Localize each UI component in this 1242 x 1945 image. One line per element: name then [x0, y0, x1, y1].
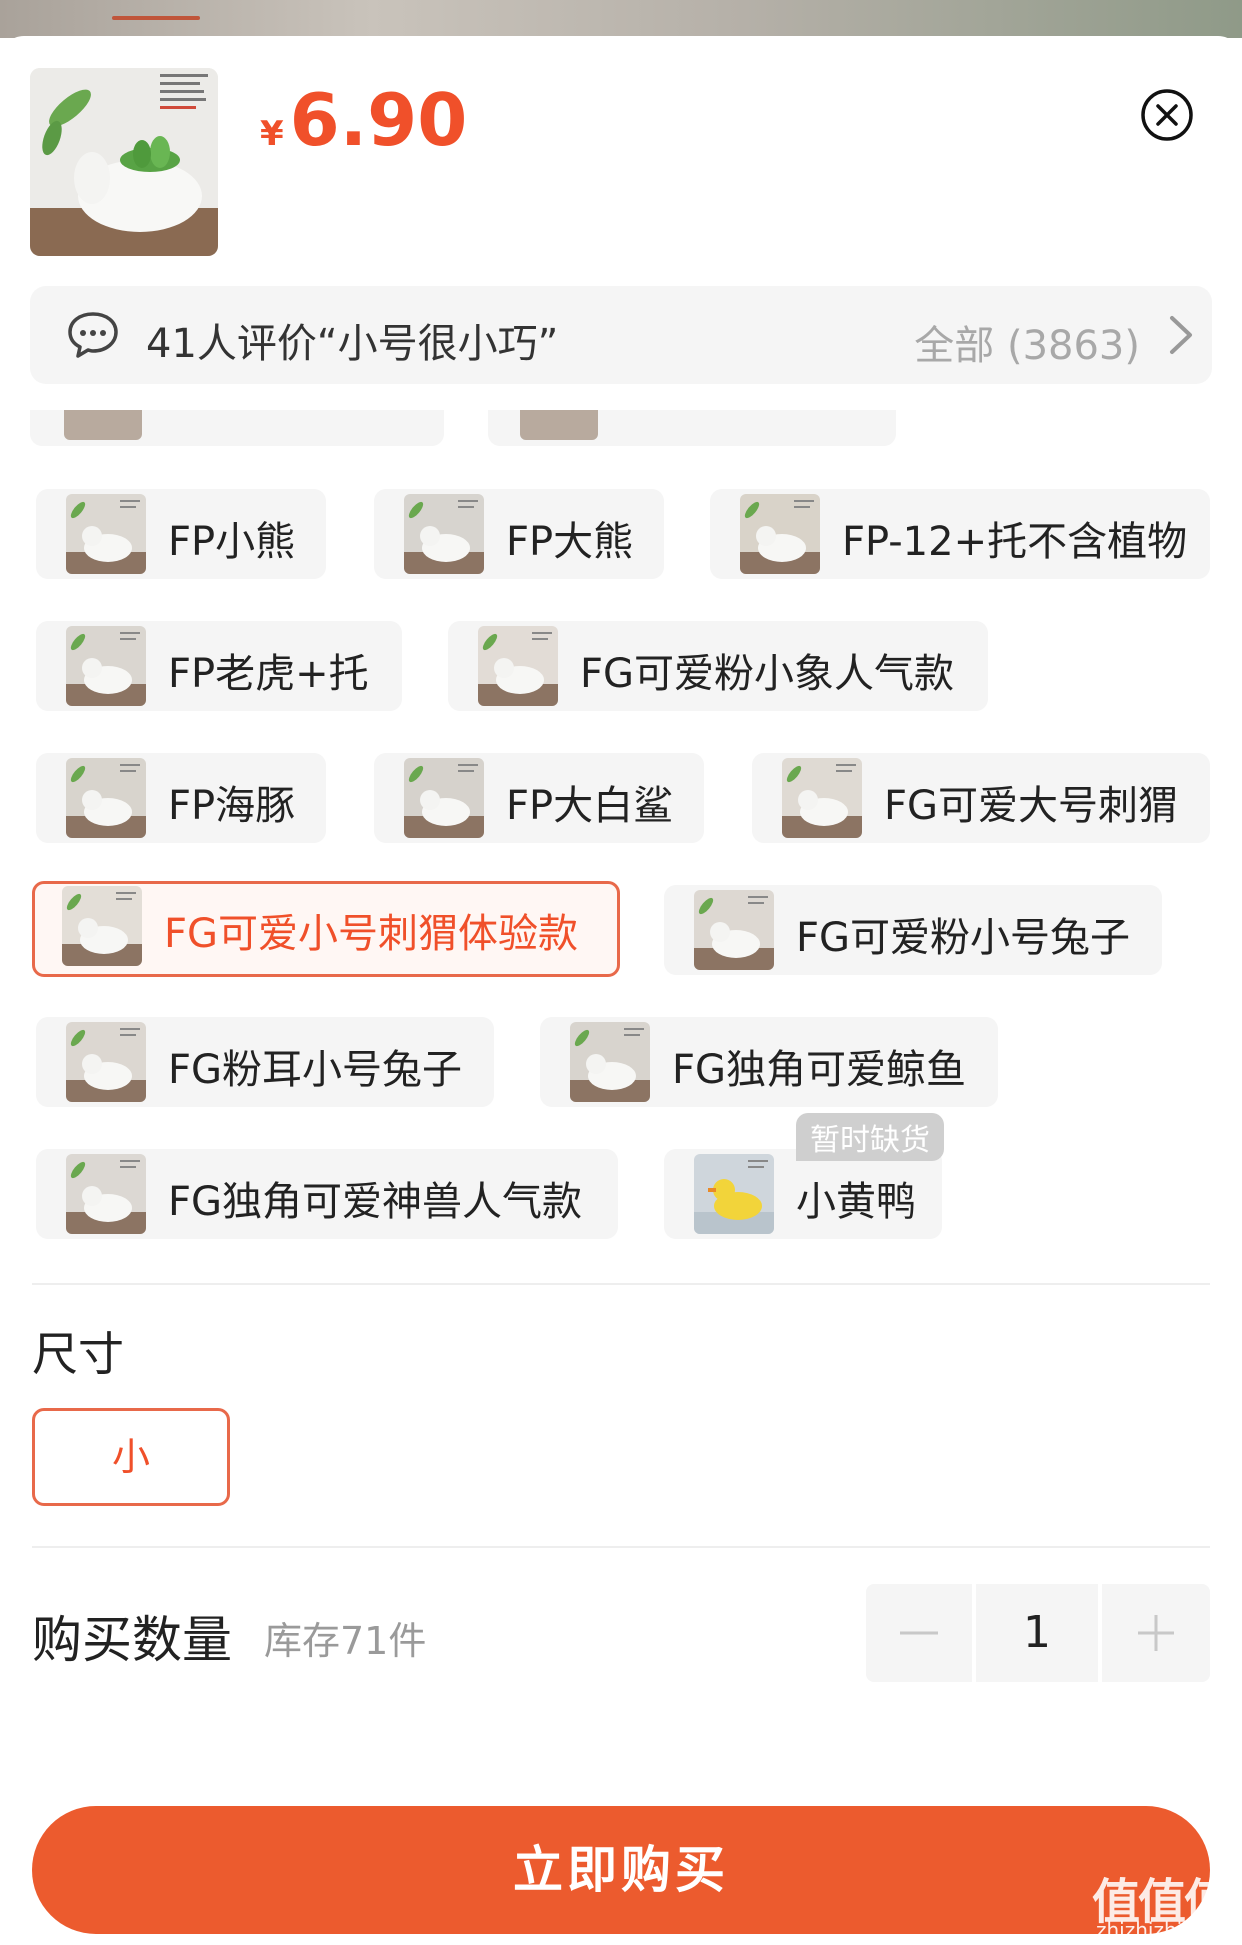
variant-thumbnail [520, 410, 598, 440]
variant-chip[interactable]: 小黄鸭 [664, 1149, 942, 1239]
all-reviews-link[interactable]: 全部 (3863) [914, 313, 1140, 371]
price: ¥6.90 [260, 78, 467, 162]
size-section-title: 尺寸 [32, 1327, 124, 1381]
variant-label: FP老虎+托 [168, 651, 369, 697]
variant-label: FP大熊 [506, 519, 634, 565]
review-summary-bar[interactable]: 41人评价“小号很小巧” 全部 (3863) [30, 286, 1212, 384]
minus-icon [900, 1631, 938, 1635]
tab-indicator [112, 16, 200, 20]
variant-label: FP大白鲨 [506, 783, 674, 829]
variant-label: 小黄鸭 [796, 1179, 916, 1225]
variant-chip-partial[interactable] [30, 410, 444, 446]
variant-label: FG粉耳小号兔子 [168, 1047, 463, 1093]
currency-symbol: ¥ [260, 114, 284, 154]
variant-thumbnail [62, 886, 142, 966]
quantity-value[interactable]: 1 [976, 1584, 1098, 1682]
variant-thumbnail [404, 758, 484, 838]
variant-chip[interactable]: FG可爱大号刺猬 [752, 753, 1210, 843]
variant-thumbnail [694, 890, 774, 970]
variant-thumbnail [64, 410, 142, 440]
variant-chip[interactable]: FG可爱小号刺猬体验款 [32, 881, 620, 977]
variant-label: FG独角可爱鲸鱼 [672, 1047, 967, 1093]
plus-icon [1138, 1615, 1174, 1651]
variant-label: FP海豚 [168, 783, 296, 829]
variant-label: FG可爱大号刺猬 [884, 783, 1179, 829]
variant-label: FG独角可爱神兽人气款 [168, 1179, 583, 1225]
variant-chip[interactable]: FG可爱粉小象人气款 [448, 621, 988, 711]
close-icon[interactable] [1140, 88, 1194, 142]
variant-chip[interactable]: FP小熊 [36, 489, 326, 579]
quantity-increase-button[interactable] [1102, 1584, 1210, 1682]
variant-chip[interactable]: FP大熊 [374, 489, 664, 579]
watermark-domain: zhizhizhi.com [1096, 1918, 1232, 1942]
variant-chip[interactable]: FG独角可爱神兽人气款 [36, 1149, 618, 1239]
variant-thumbnail [478, 626, 558, 706]
variant-thumbnail [694, 1154, 774, 1234]
variant-thumbnail [570, 1022, 650, 1102]
quantity-label: 购买数量 [32, 1611, 232, 1669]
background-product-image-strip [0, 0, 1242, 38]
variant-thumbnail [66, 1022, 146, 1102]
variant-thumbnail [66, 1154, 146, 1234]
out-of-stock-badge: 暂时缺货 [796, 1113, 944, 1161]
variant-thumbnail [782, 758, 862, 838]
variant-chip-partial[interactable] [488, 410, 896, 446]
variant-thumbnail [66, 626, 146, 706]
variant-label: FG可爱粉小号兔子 [796, 915, 1131, 961]
variant-thumbnail [404, 494, 484, 574]
chat-bubble-icon [66, 310, 120, 360]
variant-thumbnail [740, 494, 820, 574]
quantity-decrease-button[interactable] [866, 1584, 972, 1682]
variant-label: FG可爱小号刺猬体验款 [164, 911, 579, 957]
buy-now-button[interactable]: 立即购买 [32, 1806, 1210, 1934]
size-option-small[interactable]: 小 [32, 1408, 230, 1506]
chevron-right-icon [1164, 312, 1198, 358]
stock-count: 库存71件 [264, 1619, 427, 1663]
variant-chip[interactable]: FP老虎+托 [36, 621, 402, 711]
variant-label: FP-12+托不含植物 [842, 519, 1188, 565]
divider [32, 1546, 1210, 1548]
variant-label: FG可爱粉小象人气款 [580, 651, 955, 697]
watermark: 值值值 zhizhizhi.com [1092, 1862, 1242, 1945]
review-summary-text: 41人评价“小号很小巧” [146, 321, 559, 367]
variant-chip[interactable]: FP大白鲨 [374, 753, 704, 843]
variant-label: FP小熊 [168, 519, 296, 565]
variant-chip[interactable]: FP海豚 [36, 753, 326, 843]
variant-chip[interactable]: FP-12+托不含植物 [710, 489, 1210, 579]
price-value: 6.90 [289, 78, 468, 162]
variant-chip[interactable]: FG粉耳小号兔子 [36, 1017, 494, 1107]
variant-thumbnail [66, 758, 146, 838]
variant-chip[interactable]: FG独角可爱鲸鱼 [540, 1017, 998, 1107]
divider [32, 1283, 1210, 1285]
product-thumbnail[interactable] [30, 68, 218, 256]
variant-thumbnail [66, 494, 146, 574]
variant-chip[interactable]: FG可爱粉小号兔子 [664, 885, 1162, 975]
